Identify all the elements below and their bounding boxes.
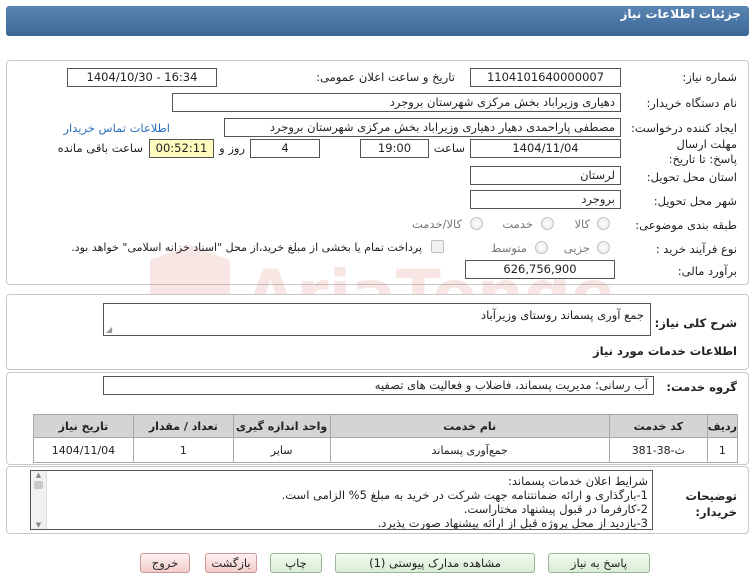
- scroll-thumb[interactable]: [34, 481, 43, 489]
- announce-date-field: 1404/10/30 - 16:34: [67, 68, 217, 87]
- category-option-goods-service: کالا/خدمت: [411, 217, 462, 231]
- cell-qty: 1: [132, 437, 234, 463]
- budget-label: برآورد مالی:: [677, 264, 737, 278]
- process-option-medium: متوسط: [490, 241, 527, 255]
- col-unit: واحد اندازه گیری: [232, 414, 331, 438]
- category-option-service: خدمت: [502, 217, 533, 231]
- deadline-time-field: 19:00: [360, 139, 429, 158]
- services-table: ردیف کد خدمت نام خدمت واحد اندازه گیری ت…: [33, 414, 739, 463]
- col-code: کد خدمت: [608, 414, 708, 438]
- requester-label: ایجاد کننده درخواست:: [631, 121, 737, 135]
- requester-field: مصطفی پاراحمدی دهیار دهیاری وزیراباد بخش…: [224, 118, 621, 137]
- cell-unit: سایر: [232, 437, 331, 463]
- buyer-org-label: نام دستگاه خریدار:: [646, 96, 737, 110]
- resize-handle-icon: ◢: [106, 325, 113, 334]
- notes-textarea[interactable]: ▲ ▼ شرایط اعلان خدمات پسماند: 1-بارگذاری…: [30, 470, 653, 530]
- buyer-contact-link[interactable]: اطلاعات تماس خریدار: [63, 121, 170, 135]
- service-group-field: آب رسانی؛ مدیریت پسماند، فاضلاب و فعالیت…: [103, 376, 654, 395]
- print-button[interactable]: چاپ: [270, 553, 322, 573]
- process-option-minor: جزیی: [563, 241, 590, 255]
- process-radio-medium[interactable]: [535, 241, 548, 254]
- notes-line: 1-بارگذاری و ارائه ضمانتنامه جهت شرکت در…: [281, 488, 648, 502]
- services-table-wrapper: ردیف کد خدمت نام خدمت واحد اندازه گیری ت…: [33, 414, 739, 463]
- remaining-time-label: ساعت باقی مانده: [57, 141, 143, 155]
- col-name: نام خدمت: [329, 414, 610, 438]
- days-remaining-field: 4: [250, 139, 320, 158]
- summary-textarea: جمع آوری پسماند روستای وزیرآباد ◢: [103, 303, 651, 336]
- cell-name: جمع‌آوری پسماند: [329, 437, 610, 463]
- notes-content: شرایط اعلان خدمات پسماند: 1-بارگذاری و ا…: [31, 471, 652, 530]
- city-field: بروجرد: [470, 190, 621, 209]
- notes-line: شرایط اعلان خدمات پسماند:: [508, 474, 648, 488]
- scroll-up-icon[interactable]: ▲: [31, 471, 46, 479]
- treasury-payment-note: پرداخت تمام یا بخشی از مبلغ خرید،از محل …: [71, 241, 422, 254]
- process-label: نوع فرآیند خرید :: [655, 242, 737, 256]
- cell-row: 1: [706, 437, 739, 463]
- col-row: ردیف: [706, 414, 739, 438]
- category-label: طبقه بندی موضوعی:: [635, 218, 737, 232]
- deadline-date-field: 1404/11/04: [470, 139, 621, 158]
- remaining-time-field: 00:52:11: [149, 139, 214, 158]
- col-date: تاریخ نیاز: [33, 414, 134, 438]
- process-radio-minor[interactable]: [597, 241, 610, 254]
- buyer-org-field: دهیاری وزیراباد بخش مرکزی شهرستان بروجرد: [172, 93, 621, 112]
- col-qty: تعداد / مقدار: [132, 414, 234, 438]
- need-number-label: شماره نیاز:: [682, 70, 737, 84]
- announce-date-label: تاریخ و ساعت اعلان عمومی:: [316, 70, 455, 84]
- view-attachments-button[interactable]: مشاهده مدارک پیوستی (1): [335, 553, 535, 573]
- summary-label: شرح کلی نیاز:: [654, 316, 737, 330]
- province-label: استان محل تحویل:: [646, 170, 737, 184]
- category-radio-goods-service[interactable]: [470, 217, 483, 230]
- province-field: لرستان: [470, 166, 621, 185]
- treasury-payment-checkbox[interactable]: [431, 240, 444, 253]
- services-section-title: اطلاعات خدمات مورد نیاز: [593, 344, 737, 358]
- notes-scrollbar[interactable]: ▲ ▼: [31, 471, 47, 529]
- summary-text: جمع آوری پسماند روستای وزیرآباد: [480, 308, 644, 322]
- cell-code: ث-38-381: [608, 437, 708, 463]
- page-title: جزئیات اطلاعات نیاز: [620, 7, 741, 21]
- back-button[interactable]: بازگشت: [205, 553, 257, 573]
- deadline-label: مهلت ارسال پاسخ: تا تاریخ:: [668, 137, 737, 166]
- need-number-field: 1104101640000007: [470, 68, 621, 87]
- service-group-label: گروه خدمت:: [666, 380, 737, 394]
- notes-label: توضیحات خریدار:: [685, 489, 738, 519]
- notes-line: 3-بازدید از محل پروژه قبل از ارائه پیشنه…: [377, 516, 648, 530]
- budget-field: 626,756,900: [465, 260, 615, 279]
- exit-button[interactable]: خروج: [140, 553, 190, 573]
- scroll-down-icon[interactable]: ▼: [31, 521, 46, 529]
- deadline-time-label: ساعت: [433, 141, 465, 155]
- category-option-goods: کالا: [574, 217, 590, 231]
- table-header-row: ردیف کد خدمت نام خدمت واحد اندازه گیری ت…: [33, 414, 739, 438]
- days-label: روز و: [219, 141, 245, 155]
- reply-button[interactable]: پاسخ به نیاز: [548, 553, 650, 573]
- category-radio-goods[interactable]: [597, 217, 610, 230]
- table-row: 1 ث-38-381 جمع‌آوری پسماند سایر 1 1404/1…: [33, 437, 739, 463]
- notes-line: 2-کارفرما در قبول پیشنهاد مختاراست.: [463, 502, 648, 516]
- cell-date: 1404/11/04: [33, 437, 134, 463]
- category-radio-service[interactable]: [541, 217, 554, 230]
- city-label: شهر محل تحویل:: [653, 194, 737, 208]
